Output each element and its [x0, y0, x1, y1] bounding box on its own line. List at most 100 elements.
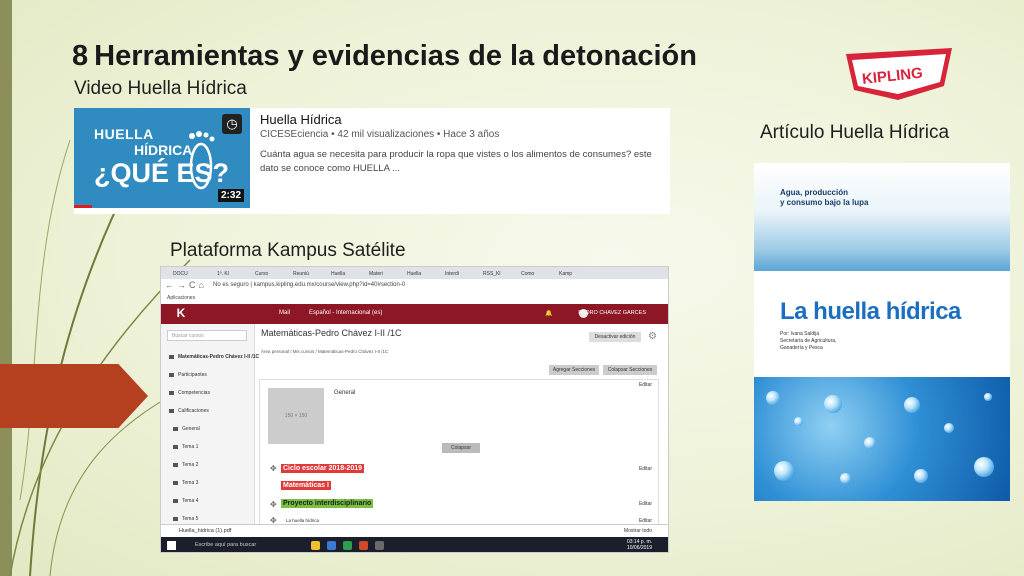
video-title[interactable]: Huella Hídrica [260, 112, 342, 127]
collapse-sections-button[interactable]: Colapsar Secciones [603, 365, 657, 375]
footprint-icon [189, 131, 215, 190]
sidebar-item-label: Tema 4 [182, 498, 199, 504]
kampus-logo[interactable]: K [169, 306, 193, 322]
show-all-button[interactable]: Mostrar todo [624, 528, 652, 534]
nav-arrows-icon[interactable]: ←→C⌂ [165, 280, 207, 290]
sidebar-item-label: Calificaciones [178, 408, 209, 414]
video-result-card[interactable]: HUELLA HÍDRICA ¿QUÉ ES? ◷ 2:32 Huella Hí… [74, 108, 670, 214]
browser-tab[interactable]: Materi [361, 269, 383, 279]
sidebar-item-course[interactable]: Matemáticas-Pedro Chávez I-II /1C [169, 354, 259, 360]
bubble [944, 423, 954, 433]
section-subtitle[interactable]: Matemáticas I [281, 481, 331, 490]
sidebar-item-tema2[interactable]: Tema 2 [173, 462, 198, 468]
article-author-line3: Ganadería y Pesca [780, 345, 823, 351]
drag-handle-icon[interactable]: ✥ [270, 464, 277, 473]
video-meta: CICESEciencia • 42 mil visualizaciones •… [260, 129, 500, 140]
taskbar-clock[interactable]: 03:14 p. m. 10/06/2019 [627, 539, 652, 551]
browser-tab[interactable]: Reuniú [285, 269, 309, 279]
sidebar-item-tema3[interactable]: Tema 3 [173, 480, 198, 486]
bookmarks-bar[interactable]: Aplicaciones [161, 293, 668, 303]
sidebar-item-label: Tema 5 [182, 516, 199, 522]
article-subtitle-line1: Agua, producción [780, 188, 848, 197]
article-caption: Artículo Huella Hídrica [760, 122, 950, 143]
sidebar-item-participants[interactable]: Participantes [169, 372, 207, 378]
browser-tab[interactable]: 1º. Kl [209, 269, 229, 279]
edit-menu-general[interactable]: Editar [639, 382, 652, 388]
toggle-edit-button[interactable]: Desactivar edición [589, 332, 641, 342]
powerpoint-icon[interactable] [359, 541, 368, 550]
section-title[interactable]: Ciclo escolar 2018-2019 [281, 464, 364, 473]
word-icon[interactable] [327, 541, 336, 550]
folder-icon [173, 462, 178, 467]
folder-icon [173, 480, 178, 485]
browser-tab[interactable]: Interdi [437, 269, 459, 279]
add-sections-button[interactable]: Agregar Secciones [549, 365, 599, 375]
browser-tab[interactable]: Kamp [551, 269, 572, 279]
sidebar-item-competencies[interactable]: Competencias [169, 390, 210, 396]
course-icon [169, 354, 174, 359]
downloaded-file[interactable]: Huella_hidrica (1).pdf [179, 528, 231, 534]
thumb-line1: HUELLA [94, 126, 154, 142]
sidebar-item-label: General [182, 426, 200, 432]
sidebar-item-label: Competencias [178, 390, 210, 396]
sidebar-item-label: Participantes [178, 372, 207, 378]
bubble [794, 417, 803, 426]
moodle-sidebar: Buscar cursos Matemáticas-Pedro Chávez I… [161, 324, 259, 524]
star-icon [169, 408, 174, 413]
address-bar[interactable]: ←→C⌂ No es seguro | kampus.kipling.edu.m… [161, 279, 668, 294]
menu-mail[interactable]: Mail [279, 310, 290, 316]
edit-menu-section1[interactable]: Editar [639, 466, 652, 472]
breadcrumb[interactable]: Área personal / Mis cursos / Matemáticas… [261, 349, 388, 354]
section-general[interactable]: General [334, 390, 355, 396]
windows-start-icon[interactable] [167, 541, 176, 550]
image-placeholder: 150 × 150 [268, 388, 324, 444]
video-thumbnail[interactable]: HUELLA HÍDRICA ¿QUÉ ES? ◷ 2:32 [74, 108, 250, 208]
article-author-line2: Secretaría de Agricultura, [780, 338, 837, 344]
moodle-main: Matemáticas-Pedro Chávez I-II /1C Área p… [259, 324, 663, 525]
article-author: Por: Ivana Saldija Secretaría de Agricul… [780, 331, 836, 352]
menu-language[interactable]: Español - Internacional (es) [309, 310, 382, 316]
bubble [864, 437, 876, 449]
bubble [914, 469, 928, 483]
section-title[interactable]: Proyecto interdisciplinario [281, 499, 374, 508]
course-title: Matemáticas-Pedro Chávez I-II /1C [261, 328, 402, 338]
watch-later-icon[interactable]: ◷ [222, 114, 242, 134]
drag-handle-icon[interactable]: ✥ [270, 500, 277, 509]
progress-bar [74, 205, 92, 208]
sidebar-item-tema4[interactable]: Tema 4 [173, 498, 198, 504]
sidebar-item-general[interactable]: General [173, 426, 200, 432]
download-bar: Huella_hidrica (1).pdf Mostrar todo [161, 524, 668, 538]
url-text[interactable]: No es seguro | kampus.kipling.edu.mx/cou… [213, 282, 405, 288]
slide-title: 8 Herramientas y evidencias de la detonac… [72, 40, 697, 73]
users-icon [169, 372, 174, 377]
browser-tab[interactable]: Curso [247, 269, 268, 279]
file-explorer-icon[interactable] [311, 541, 320, 550]
chrome-icon[interactable] [343, 541, 352, 550]
sidebar-item-tema1[interactable]: Tema 1 [173, 444, 198, 450]
browser-tab[interactable]: RSS_Kl [475, 269, 501, 279]
article-title: La huella hídrica [780, 298, 961, 325]
folder-icon [173, 426, 178, 431]
sidebar-item-label: Tema 2 [182, 462, 199, 468]
platform-caption: Plataforma Kampus Satélite [170, 240, 406, 261]
gear-icon[interactable]: ⚙ [648, 331, 657, 342]
browser-tab[interactable]: Huella [323, 269, 345, 279]
app-icon[interactable] [375, 541, 384, 550]
browser-tab[interactable]: Huella [399, 269, 421, 279]
collapse-button[interactable]: Colapsar [442, 443, 480, 453]
sidebar-item-grades[interactable]: Calificaciones [169, 408, 209, 414]
red-arrow-shape [0, 364, 148, 428]
browser-tab[interactable]: DOCU [165, 269, 188, 279]
bell-icon[interactable]: 🔔 [545, 310, 552, 317]
folder-icon [173, 444, 178, 449]
slide-number: 8 [72, 40, 89, 72]
browser-tab[interactable]: Como [513, 269, 534, 279]
edit-menu-section2[interactable]: Editar [639, 501, 652, 507]
sidebar-item-tema5[interactable]: Tema 5 [173, 516, 198, 522]
search-input[interactable]: Buscar cursos [167, 330, 247, 341]
sidebar-item-label: Tema 1 [182, 444, 199, 450]
activity-link[interactable]: La huella hídrica [286, 518, 319, 523]
taskbar-search[interactable]: Escribe aquí para buscar [195, 542, 256, 548]
user-name[interactable]: PEDRO CHAVEZ GARCES [578, 310, 646, 316]
article-cover-top [754, 163, 1010, 271]
